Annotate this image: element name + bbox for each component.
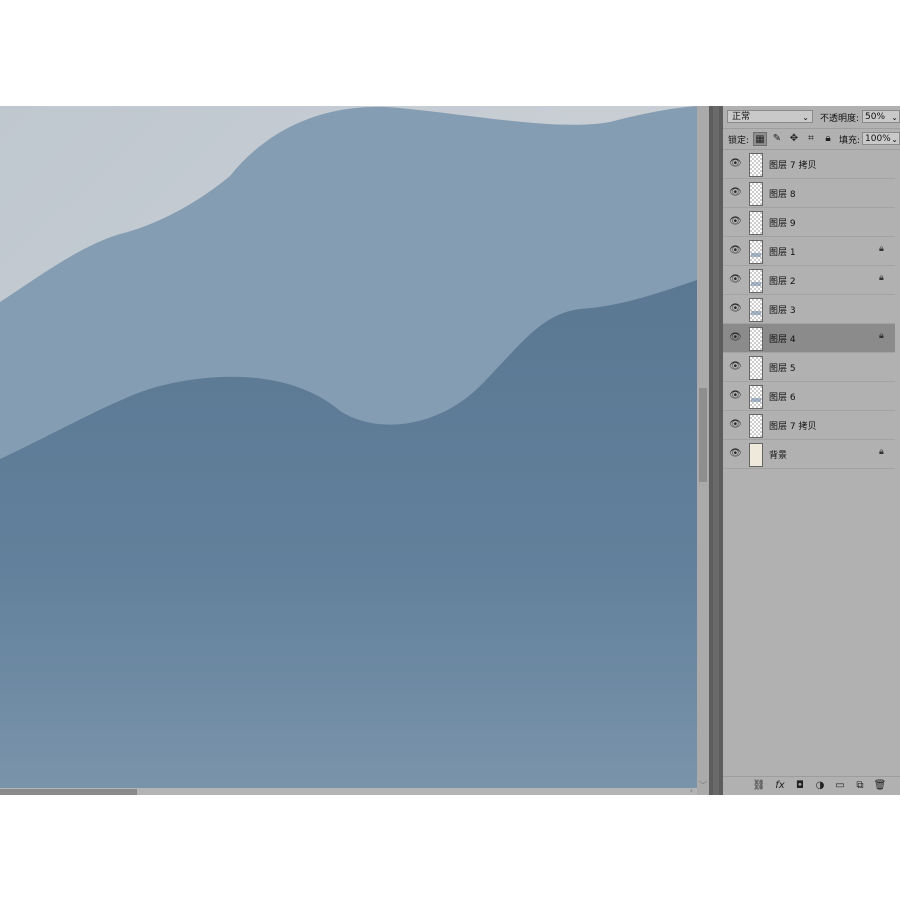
layer-thumbnail[interactable]: [749, 443, 763, 467]
horizontal-scrollbar[interactable]: ›: [0, 786, 697, 795]
thumbnail-content: [751, 398, 761, 402]
blend-mode-value: 正常: [732, 112, 751, 122]
layer-row[interactable]: 👁︎ 图层 1 🔒︎: [723, 237, 895, 266]
lock-icon: 🔒︎: [879, 447, 884, 457]
blend-opacity-row: 正常 ⌄ 不透明度: 50% ⌄: [723, 106, 900, 129]
lock-all-icon[interactable]: 🔒︎: [821, 132, 835, 146]
eye-icon[interactable]: 👁︎: [729, 333, 742, 343]
lock-label: 锁定:: [728, 136, 750, 146]
lock-transparent-pixels-icon[interactable]: ▦: [753, 132, 767, 146]
vertical-scroll-thumb[interactable]: [699, 388, 707, 482]
trash-icon[interactable]: 🗑︎: [873, 780, 887, 792]
fill-label: 填充:: [839, 136, 861, 146]
layer-thumbnail[interactable]: [749, 269, 763, 293]
layer-row[interactable]: 👁︎ 图层 7 拷贝: [723, 411, 895, 440]
link-icon[interactable]: ⛓: [752, 780, 766, 792]
layer-thumbnail[interactable]: [749, 298, 763, 322]
layer-name[interactable]: 图层 9: [769, 216, 796, 229]
landscape-artwork: [0, 106, 697, 795]
opacity-value: 50%: [865, 112, 886, 122]
layer-name[interactable]: 图层 3: [769, 303, 796, 316]
panel-divider[interactable]: [709, 106, 723, 795]
thumbnail-content: [751, 253, 761, 257]
layer-row[interactable]: 👁︎ 图层 9: [723, 208, 895, 237]
eye-icon[interactable]: 👁︎: [729, 275, 742, 285]
lock-icon: 🔒︎: [879, 331, 884, 341]
layers-panel-toolbar: ⛓ fx ◘ ◑ ▭ ⧉ 🗑︎: [723, 776, 900, 795]
layer-name[interactable]: 背景: [769, 448, 787, 461]
layer-name[interactable]: 图层 5: [769, 361, 796, 374]
opacity-label: 不透明度:: [820, 114, 860, 124]
scroll-right-arrow-icon[interactable]: ›: [690, 786, 693, 795]
adjustment-icon[interactable]: ◑: [813, 780, 827, 792]
layer-thumbnail[interactable]: [749, 414, 763, 438]
layer-thumbnail[interactable]: [749, 356, 763, 380]
eye-icon[interactable]: 👁︎: [729, 217, 742, 227]
folder-icon[interactable]: ▭: [833, 780, 847, 792]
layer-row[interactable]: 👁︎ 图层 4 🔒︎: [723, 324, 895, 353]
layer-thumbnail[interactable]: [749, 327, 763, 351]
document-canvas[interactable]: [0, 106, 697, 795]
lock-icon: 🔒︎: [879, 273, 884, 283]
layer-name[interactable]: 图层 7 拷贝: [769, 419, 816, 432]
layer-name[interactable]: 图层 1: [769, 245, 796, 258]
lock-artboard-icon[interactable]: ⌗: [804, 132, 818, 146]
layer-thumbnail[interactable]: [749, 182, 763, 206]
lock-fill-row: 锁定: ▦ ✎ ✥ ⌗ 🔒︎ 填充: 100% ⌄: [723, 129, 900, 150]
layer-row[interactable]: 👁︎ 图层 3: [723, 295, 895, 324]
layer-thumbnail[interactable]: [749, 240, 763, 264]
vertical-scrollbar[interactable]: ﹀: [697, 106, 709, 795]
new-layer-icon[interactable]: ⧉: [853, 780, 867, 792]
chevron-down-icon[interactable]: ⌄: [891, 111, 898, 124]
layer-name[interactable]: 图层 8: [769, 187, 796, 200]
eye-icon[interactable]: 👁︎: [729, 420, 742, 430]
layer-name[interactable]: 图层 4: [769, 332, 796, 345]
divider-grip: [713, 106, 719, 795]
lock-position-icon[interactable]: ✥: [787, 132, 801, 146]
fill-value: 100%: [865, 134, 891, 144]
thumbnail-content: [751, 282, 761, 286]
layer-thumbnail[interactable]: [749, 153, 763, 177]
eye-icon[interactable]: 👁︎: [729, 159, 742, 169]
chevron-down-icon[interactable]: ⌄: [891, 133, 898, 146]
scroll-down-arrow-icon[interactable]: ﹀: [697, 781, 709, 791]
layer-row[interactable]: 👁︎ 背景 🔒︎: [723, 440, 895, 469]
layer-list: 👁︎ 图层 7 拷贝 👁︎ 图层 8 👁︎ 图层 9 👁︎ 图层 1 🔒︎ 👁︎ 图层 2 🔒︎ 👁︎ 图…: [723, 150, 900, 469]
screenshot-region: ﹀ › 正常 ⌄ 不透明度: 50% ⌄ 锁定: ▦ ✎ ✥ ⌗ 🔒︎ 填充:: [0, 106, 900, 795]
eye-icon[interactable]: 👁︎: [729, 304, 742, 314]
eye-icon[interactable]: 👁︎: [729, 391, 742, 401]
layer-name[interactable]: 图层 7 拷贝: [769, 158, 816, 171]
layers-panel: 正常 ⌄ 不透明度: 50% ⌄ 锁定: ▦ ✎ ✥ ⌗ 🔒︎ 填充: 100%…: [723, 106, 900, 795]
layer-row[interactable]: 👁︎ 图层 6: [723, 382, 895, 411]
layer-name[interactable]: 图层 2: [769, 274, 796, 287]
chevron-down-icon: ⌄: [802, 113, 809, 122]
layer-thumbnail[interactable]: [749, 385, 763, 409]
eye-icon[interactable]: 👁︎: [729, 188, 742, 198]
thumbnail-content: [751, 311, 761, 315]
fill-input[interactable]: 100% ⌄: [862, 132, 900, 145]
blend-mode-select[interactable]: 正常 ⌄: [727, 110, 813, 123]
layer-row[interactable]: 👁︎ 图层 5: [723, 353, 895, 382]
eye-icon[interactable]: 👁︎: [729, 246, 742, 256]
layer-name[interactable]: 图层 6: [769, 390, 796, 403]
horizontal-scroll-thumb[interactable]: [0, 789, 137, 795]
eye-icon[interactable]: 👁︎: [729, 362, 742, 372]
fx-icon[interactable]: fx: [773, 780, 787, 792]
opacity-input[interactable]: 50% ⌄: [862, 110, 900, 123]
lock-image-pixels-icon[interactable]: ✎: [770, 132, 784, 146]
mask-icon[interactable]: ◘: [793, 780, 807, 792]
lock-icon: 🔒︎: [879, 244, 884, 254]
eye-icon[interactable]: 👁︎: [729, 449, 742, 459]
layer-row[interactable]: 👁︎ 图层 2 🔒︎: [723, 266, 895, 295]
layer-row[interactable]: 👁︎ 图层 8: [723, 179, 895, 208]
layer-row[interactable]: 👁︎ 图层 7 拷贝: [723, 150, 895, 179]
layer-thumbnail[interactable]: [749, 211, 763, 235]
